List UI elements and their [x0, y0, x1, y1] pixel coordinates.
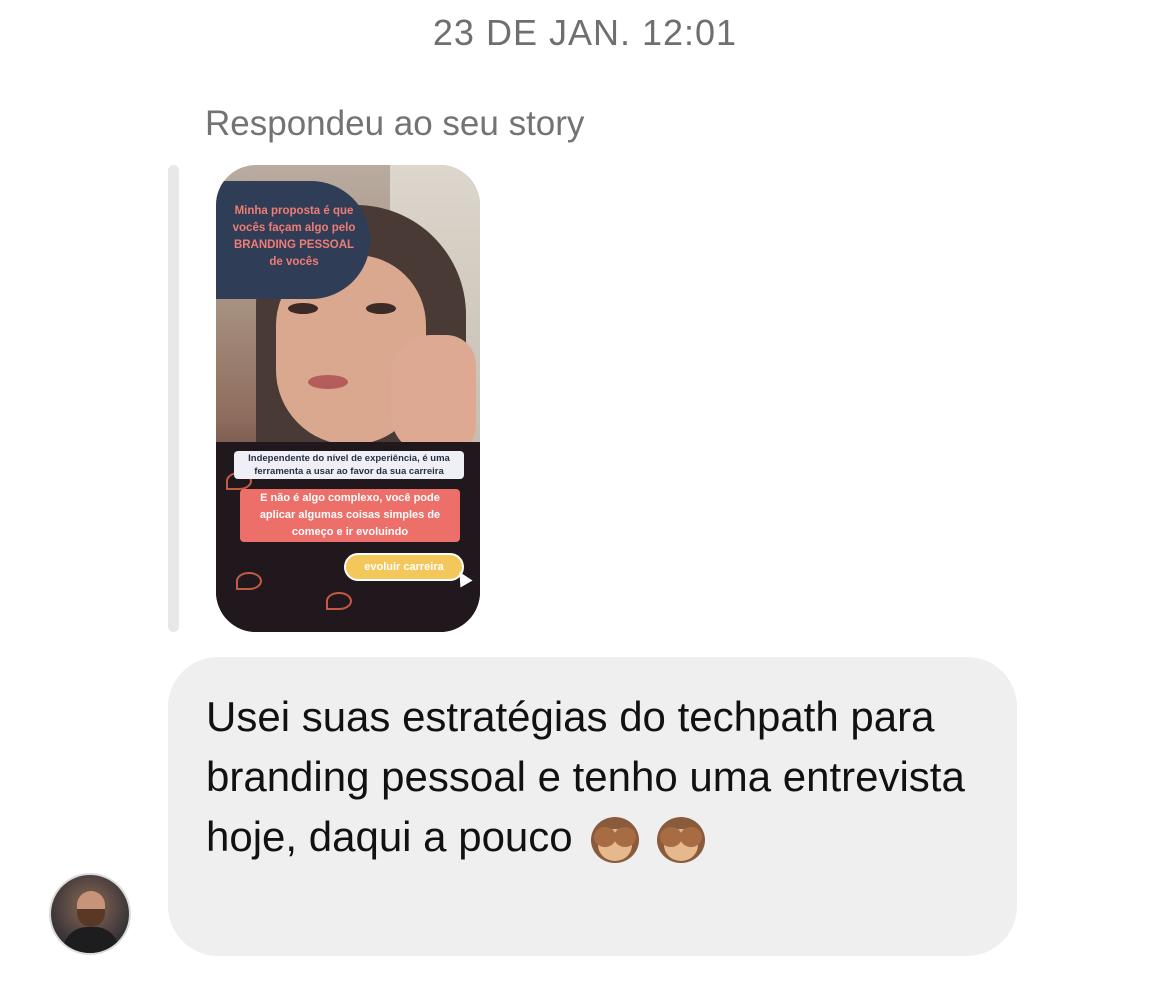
story-reply-label: Respondeu ao seu story — [205, 104, 585, 143]
story-caption-white: Independente do nível de experiência, é … — [234, 451, 464, 479]
story-person-eye-right — [366, 303, 396, 314]
story-speech-bubble: Minha proposta é que vocês façam algo pe… — [216, 181, 370, 299]
sender-avatar[interactable] — [49, 873, 131, 955]
paisley-pattern — [326, 592, 352, 610]
story-thumbnail[interactable]: Minha proposta é que vocês façam algo pe… — [216, 165, 480, 632]
story-caption-red: E não é algo complexo, você pode aplicar… — [240, 489, 460, 542]
story-person-hand — [391, 335, 476, 455]
see-no-evil-monkey-icon — [654, 813, 708, 867]
story-person-mouth — [308, 375, 348, 389]
message-bubble[interactable]: Usei suas estratégias do techpath para b… — [168, 657, 1017, 956]
story-person-eye-left — [288, 303, 318, 314]
avatar-beard — [77, 909, 105, 927]
message-timestamp: 23 DE JAN. 12:01 — [432, 12, 738, 53]
story-cta-sticker[interactable]: evoluir carreira — [344, 553, 464, 581]
paisley-pattern — [236, 572, 262, 590]
message-text: Usei suas estratégias do techpath para b… — [206, 693, 965, 860]
reply-indicator-bar — [168, 165, 179, 632]
see-no-evil-monkey-icon — [588, 813, 642, 867]
avatar-body — [63, 927, 119, 953]
